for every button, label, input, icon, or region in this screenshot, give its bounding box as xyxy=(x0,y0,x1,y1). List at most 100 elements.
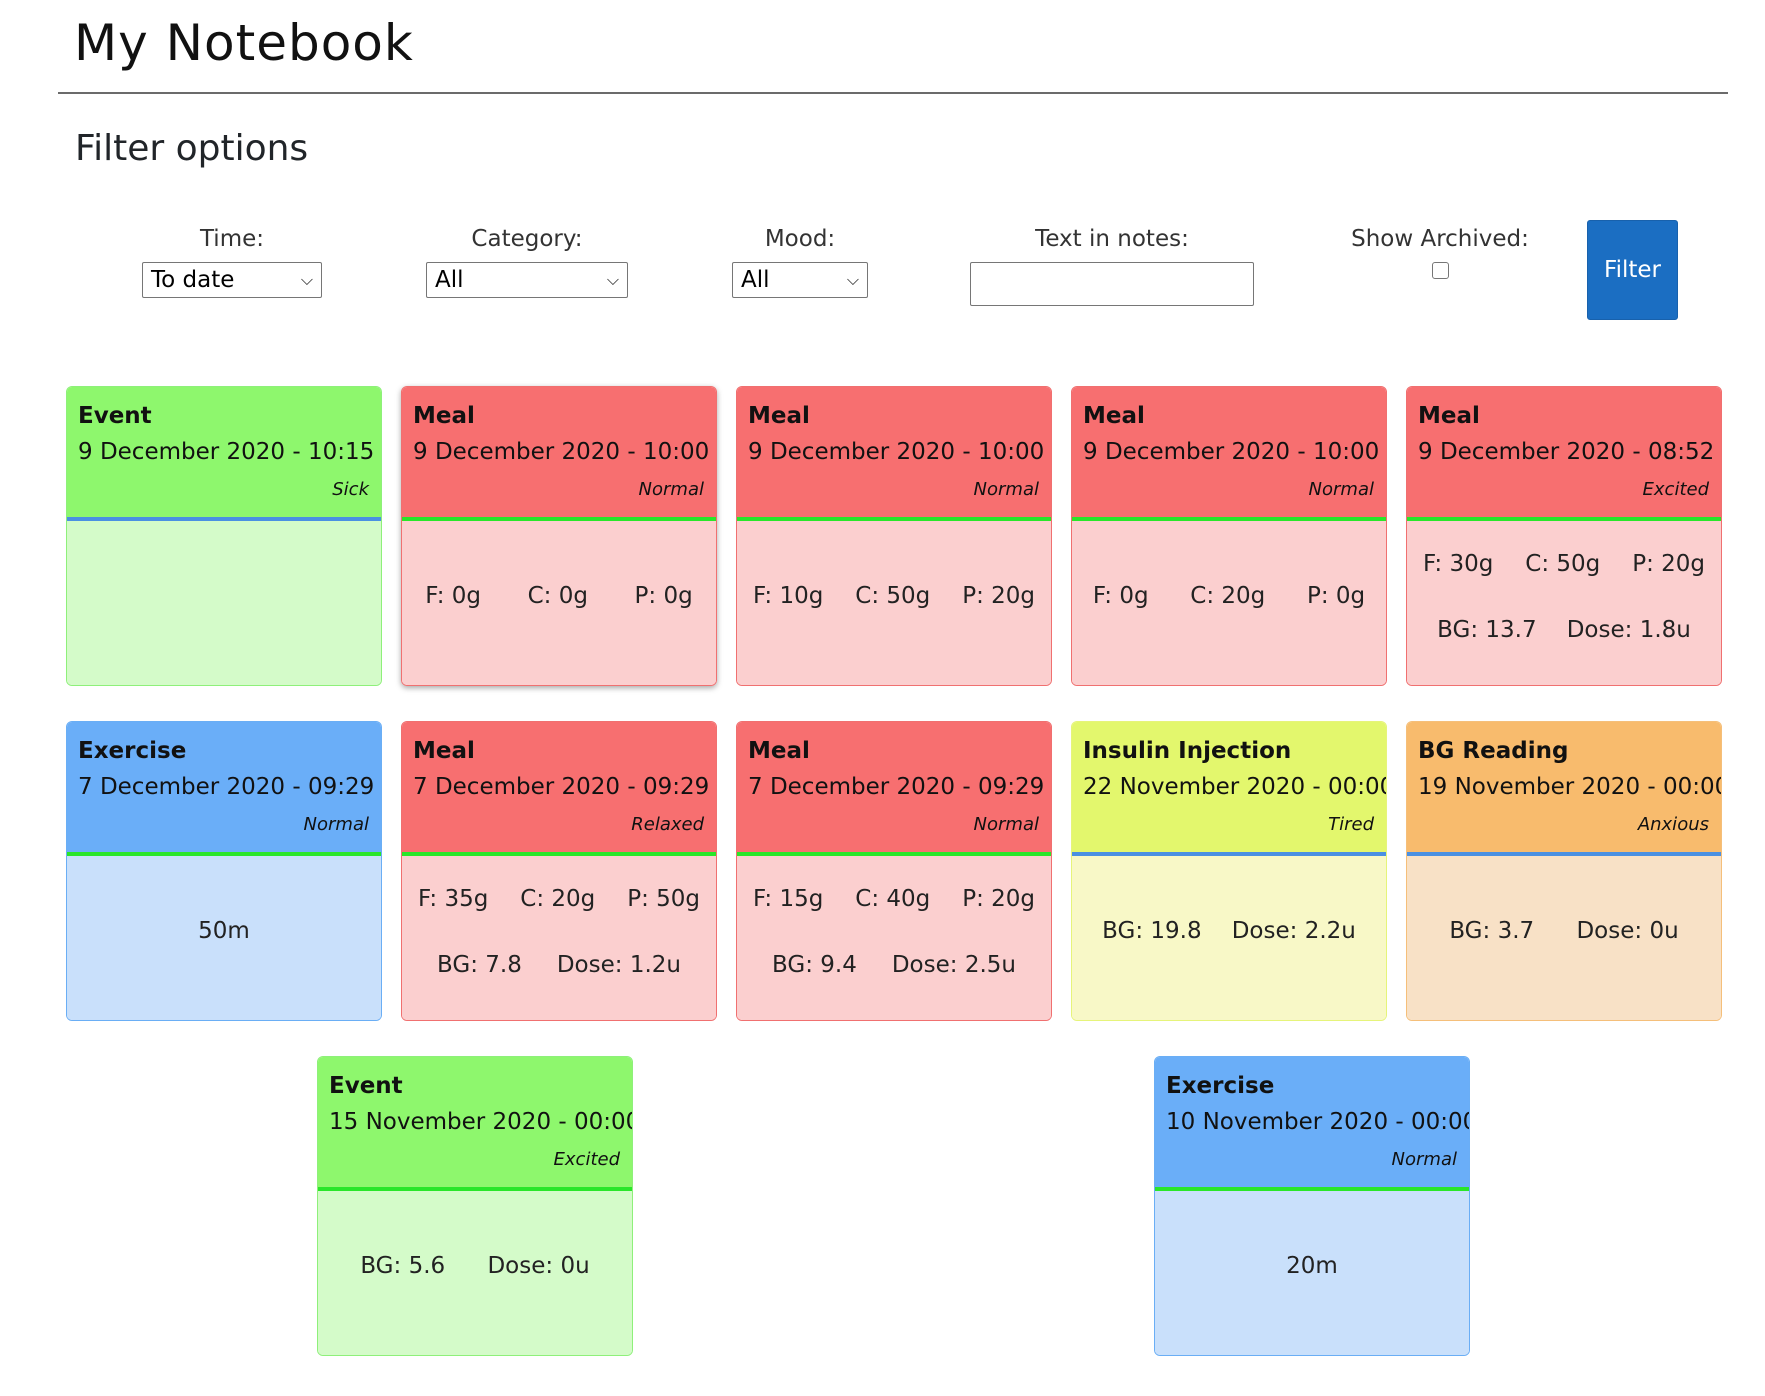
show-archived-checkbox[interactable] xyxy=(1431,262,1449,279)
chevron-down-icon: ⌵ xyxy=(606,270,619,289)
entry-date: 9 December 2020 - 10:00 xyxy=(1083,439,1380,465)
entry-category: Event xyxy=(329,1073,403,1099)
entry-value: C: 20g xyxy=(1190,583,1266,609)
mood-select-value: All xyxy=(741,267,770,293)
entry-card-header: Meal 9 December 2020 - 10:00 Normal xyxy=(1072,387,1386,517)
entry-card-header: Meal 7 December 2020 - 09:29 Relaxed xyxy=(402,722,716,852)
entry-card[interactable]: Event 9 December 2020 - 10:15 Sick xyxy=(66,386,382,686)
entry-card-body: F: 35g C: 20g P: 50g BG: 7.8 Dose: 1.2u xyxy=(402,856,716,1020)
entry-value: BG: 7.8 xyxy=(437,952,522,978)
entry-value: Dose: 1.2u xyxy=(556,952,681,978)
entry-card[interactable]: Exercise 10 November 2020 - 00:00 Normal 20… xyxy=(1154,1056,1470,1356)
entry-value: Dose: 0u xyxy=(487,1253,590,1279)
entry-category: Insulin Injection xyxy=(1083,738,1292,764)
entry-card[interactable]: BG Reading 19 November 2020 - 00:00 Anxiou… xyxy=(1406,721,1722,1021)
entry-card-header: Meal 9 December 2020 - 10:00 Normal xyxy=(737,387,1051,517)
entry-card[interactable]: Exercise 7 December 2020 - 09:29 Normal 50m xyxy=(66,721,382,1021)
entry-card[interactable]: Meal 9 December 2020 - 10:00 Normal F: 10g C… xyxy=(736,386,1052,686)
entry-card-header: Meal 9 December 2020 - 08:52 Excited xyxy=(1407,387,1721,517)
entry-card-body: F: 15g C: 40g P: 20g BG: 9.4 Dose: 2.5u xyxy=(737,856,1051,1020)
entry-card[interactable]: Meal 7 December 2020 - 09:29 Relaxed F: 35g… xyxy=(401,721,717,1021)
entry-value: F: 0g xyxy=(425,583,482,609)
mood-filter: Mood: All ⌵ xyxy=(732,226,868,298)
entry-mood: Normal xyxy=(1308,479,1374,500)
category-filter: Category: All ⌵ xyxy=(426,226,628,298)
entry-value: BG: 13.7 xyxy=(1437,617,1537,643)
entry-value: Dose: 2.2u xyxy=(1231,918,1356,944)
filter-heading: Filter options xyxy=(75,128,309,169)
entry-category: Meal xyxy=(1083,403,1145,429)
entry-value: Dose: 0u xyxy=(1576,918,1679,944)
entry-date: 7 December 2020 - 09:29 xyxy=(78,774,375,800)
entry-category: Event xyxy=(78,403,152,429)
notes-text-input[interactable] xyxy=(970,262,1254,306)
entry-card-body: 50m xyxy=(67,856,381,1020)
chevron-down-icon: ⌵ xyxy=(846,270,859,289)
entry-card-header: Insulin Injection 22 November 2020 - 00:0… xyxy=(1072,722,1386,852)
mood-select[interactable]: All ⌵ xyxy=(732,262,868,298)
entry-mood: Normal xyxy=(1391,1149,1457,1170)
entry-card-body: F: 0g C: 20g P: 0g xyxy=(1072,521,1386,685)
entry-value: P: 20g xyxy=(962,886,1036,912)
entry-value: P: 0g xyxy=(634,583,693,609)
entry-value: P: 20g xyxy=(1632,551,1706,577)
time-select[interactable]: To date ⌵ xyxy=(142,262,322,298)
entry-card[interactable]: Meal 7 December 2020 - 09:29 Normal F: 15g C… xyxy=(736,721,1052,1021)
entry-card[interactable]: Meal 9 December 2020 - 10:00 Normal F: 0g C:… xyxy=(401,386,717,686)
app-title: My Notebook xyxy=(74,14,414,72)
entry-value: F: 35g xyxy=(417,886,489,912)
entry-value: C: 0g xyxy=(527,583,588,609)
entry-card-header: Event 9 December 2020 - 10:15 Sick xyxy=(67,387,381,517)
entry-card[interactable]: Meal 9 December 2020 - 08:52 Excited F: 30g… xyxy=(1406,386,1722,686)
entry-values-row: BG: 9.4 Dose: 2.5u xyxy=(737,952,1051,978)
entry-value: BG: 3.7 xyxy=(1449,918,1535,944)
entry-date: 9 December 2020 - 08:52 xyxy=(1418,439,1715,465)
entry-mood: Normal xyxy=(638,479,704,500)
entry-card-body: BG: 19.8 Dose: 2.2u xyxy=(1072,856,1386,1020)
entry-category: Meal xyxy=(413,738,475,764)
entry-mood: Tired xyxy=(1328,814,1374,835)
entry-value: F: 0g xyxy=(1092,583,1149,609)
entry-date: 9 December 2020 - 10:15 xyxy=(78,439,375,465)
entry-values-row: F: 15g C: 40g P: 20g xyxy=(737,886,1051,912)
entry-category: Meal xyxy=(748,403,810,429)
filter-button[interactable]: Filter xyxy=(1587,220,1678,320)
entry-values-row: BG: 13.7 Dose: 1.8u xyxy=(1407,617,1721,643)
entry-value: P: 50g xyxy=(627,886,701,912)
entry-category: Meal xyxy=(413,403,475,429)
entry-value: F: 15g xyxy=(752,886,824,912)
entry-date: 7 December 2020 - 09:29 xyxy=(413,774,710,800)
entry-card-body: F: 30g C: 50g P: 20g BG: 13.7 Dose: 1.8u xyxy=(1407,521,1721,685)
entry-mood: Excited xyxy=(553,1149,620,1170)
entry-category: Exercise xyxy=(78,738,187,764)
entry-card-body: F: 10g C: 50g P: 20g xyxy=(737,521,1051,685)
entry-value: F: 10g xyxy=(752,583,824,609)
entry-mood: Normal xyxy=(303,814,369,835)
entry-card[interactable]: Insulin Injection 22 November 2020 - 00:0… xyxy=(1071,721,1387,1021)
entry-card[interactable]: Event 15 November 2020 - 00:00 Excited BG: … xyxy=(317,1056,633,1356)
title-divider xyxy=(58,92,1728,94)
entry-mood: Normal xyxy=(973,814,1039,835)
category-filter-label: Category: xyxy=(471,226,583,252)
entry-values-row: F: 10g C: 50g P: 20g xyxy=(737,583,1051,609)
archived-filter: Show Archived: xyxy=(1340,226,1540,283)
entry-card-body: BG: 3.7 Dose: 0u xyxy=(1407,856,1721,1020)
entry-date: 15 November 2020 - 00:00 xyxy=(329,1109,633,1135)
entry-date: 10 November 2020 - 00:00 xyxy=(1166,1109,1470,1135)
entry-card[interactable]: Meal 9 December 2020 - 10:00 Normal F: 0g C:… xyxy=(1071,386,1387,686)
entry-date: 9 December 2020 - 10:00 xyxy=(413,439,710,465)
entry-value: Dose: 1.8u xyxy=(1566,617,1691,643)
entry-value: Dose: 2.5u xyxy=(891,952,1016,978)
entry-values-row: BG: 7.8 Dose: 1.2u xyxy=(402,952,716,978)
entry-mood: Normal xyxy=(973,479,1039,500)
entry-mood: Anxious xyxy=(1637,814,1709,835)
archived-filter-label: Show Archived: xyxy=(1351,226,1529,252)
entry-category: BG Reading xyxy=(1418,738,1569,764)
entry-value: F: 30g xyxy=(1422,551,1494,577)
text-filter-label: Text in notes: xyxy=(1035,226,1189,252)
entry-mood: Sick xyxy=(332,479,369,500)
category-select[interactable]: All ⌵ xyxy=(426,262,628,298)
entry-card-header: BG Reading 19 November 2020 - 00:00 Anxiou… xyxy=(1407,722,1721,852)
time-filter: Time: To date ⌵ xyxy=(142,226,322,298)
time-select-value: To date xyxy=(151,267,235,293)
